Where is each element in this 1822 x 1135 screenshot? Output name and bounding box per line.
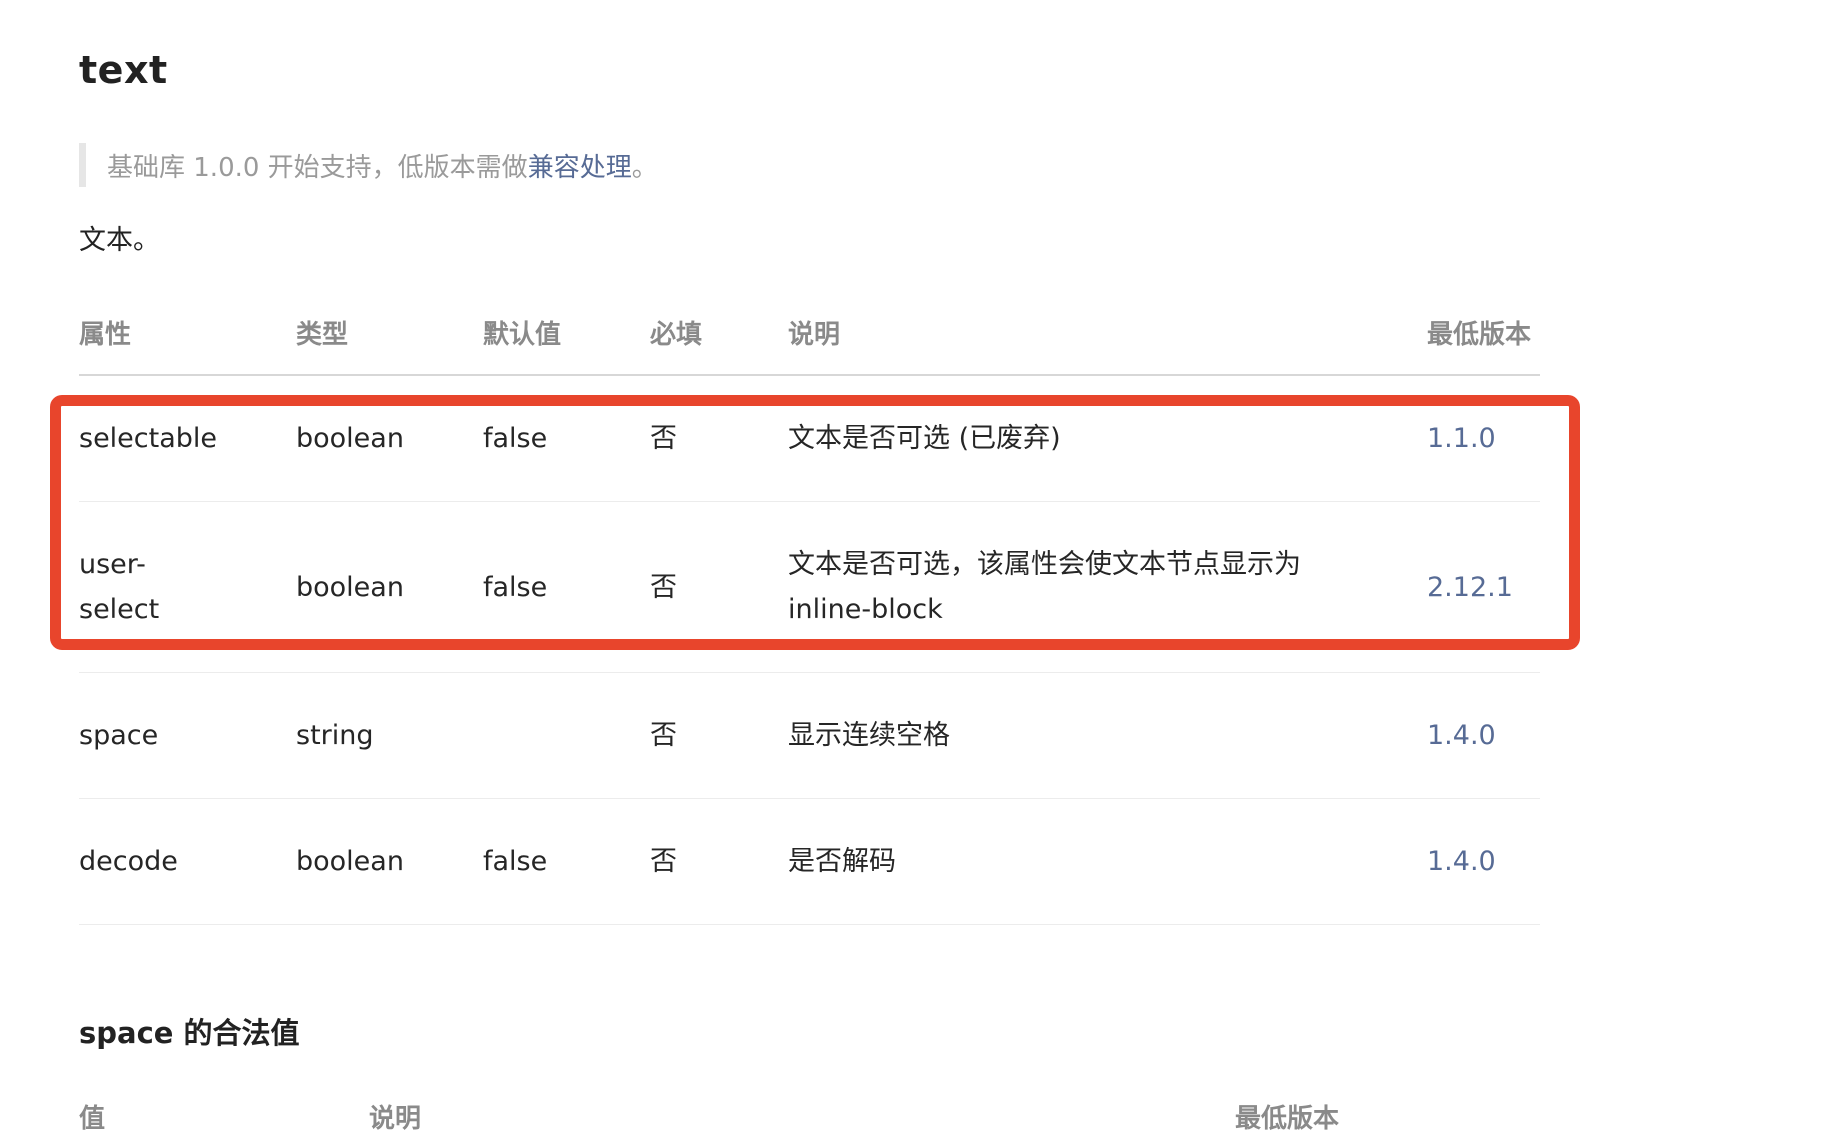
- cell-desc: 文本是否可选 (已废弃): [788, 423, 1061, 454]
- cell-required: 否: [650, 423, 677, 454]
- space-values-table-header: 值 说明 最低版本: [79, 1098, 1540, 1134]
- header-version: 最低版本: [1235, 1104, 1340, 1134]
- cell-default: false: [483, 846, 548, 877]
- header-desc: 说明: [788, 320, 841, 350]
- compat-link[interactable]: 兼容处理: [528, 147, 632, 184]
- doc-page: text 基础库 1.0.0 开始支持，低版本需做 兼容处理。 文本。 属性 类型…: [0, 0, 1822, 1134]
- cell-attr: user-select: [79, 549, 160, 625]
- cell-attr: decode: [79, 846, 178, 877]
- cell-type: string: [296, 720, 374, 751]
- header-version: 最低版本: [1427, 320, 1532, 350]
- page-title: text: [79, 48, 168, 92]
- header-value: 值: [79, 1104, 106, 1134]
- cell-version: 1.1.0: [1427, 423, 1496, 454]
- header-required: 必填: [650, 320, 703, 350]
- table-row: space string 否 显示连续空格 1.4.0: [79, 673, 1540, 799]
- component-description: 文本。: [79, 225, 160, 256]
- support-notice-text: 基础库 1.0.0 开始支持，低版本需做: [107, 152, 528, 183]
- cell-default: [483, 673, 633, 798]
- table-row: decode boolean false 否 是否解码 1.4.0: [79, 799, 1540, 925]
- cell-required: 否: [650, 720, 677, 751]
- cell-version: 1.4.0: [1427, 846, 1496, 877]
- cell-required: 否: [650, 571, 677, 603]
- support-notice-suffix: 。: [631, 152, 658, 183]
- cell-default: false: [483, 423, 548, 454]
- cell-default: false: [483, 571, 548, 603]
- table-row: user-select boolean false 否 文本是否可选，该属性会使…: [79, 502, 1540, 673]
- cell-attr: space: [79, 720, 159, 751]
- cell-type: boolean: [296, 846, 404, 877]
- cell-desc: 文本是否可选，该属性会使文本节点显示为 inline-block: [788, 549, 1301, 625]
- header-attr: 属性: [79, 320, 132, 350]
- cell-desc: 显示连续空格: [788, 720, 950, 751]
- header-desc: 说明: [369, 1104, 422, 1134]
- cell-type: boolean: [296, 423, 404, 454]
- space-values-title: space 的合法值: [79, 1016, 300, 1050]
- header-type: 类型: [296, 320, 349, 350]
- cell-attr: selectable: [79, 423, 218, 454]
- cell-type: boolean: [296, 571, 404, 603]
- cell-version: 2.12.1: [1427, 571, 1513, 603]
- cell-version: 1.4.0: [1427, 720, 1496, 751]
- table-row: selectable boolean false 否 文本是否可选 (已废弃) …: [79, 376, 1540, 502]
- header-default: 默认值: [483, 320, 562, 350]
- attributes-table: 属性 类型 默认值 必填 说明 最低版本 selectable boolean …: [79, 300, 1540, 925]
- cell-desc: 是否解码: [788, 846, 896, 877]
- table-header: 属性 类型 默认值 必填 说明 最低版本: [79, 300, 1540, 376]
- cell-required: 否: [650, 846, 677, 877]
- support-notice: 基础库 1.0.0 开始支持，低版本需做 兼容处理。: [79, 143, 658, 187]
